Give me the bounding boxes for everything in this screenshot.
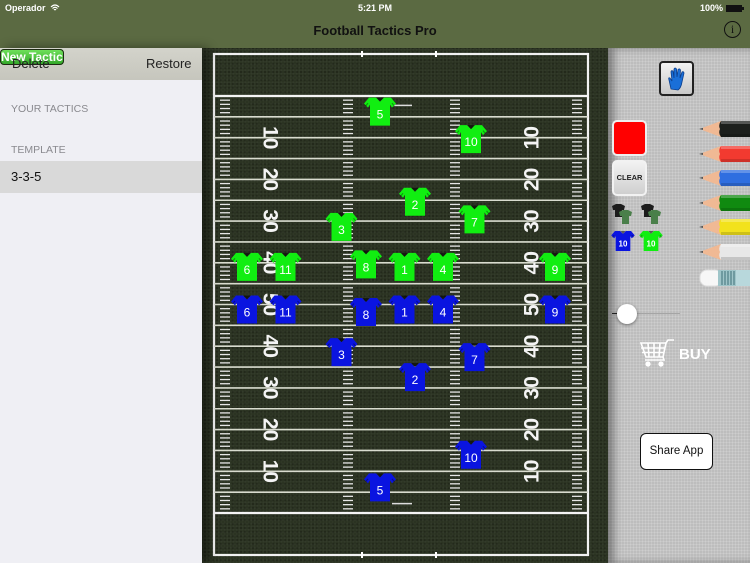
battery-icon	[726, 4, 744, 12]
player-green-5[interactable]: 5	[364, 97, 396, 126]
yard-number-left: 20	[259, 168, 282, 191]
yard-number-right: 40	[521, 251, 544, 274]
yard-number-right: 20	[521, 418, 544, 441]
yard-number-left: 30	[259, 376, 282, 399]
yard-number-right: 10	[521, 460, 544, 483]
hand-tool-button[interactable]	[659, 61, 694, 96]
sidebar-toolbar: Delete New Tactic Restore	[0, 48, 202, 80]
tactics-sidebar: Delete New Tactic Restore YOUR TACTICS T…	[0, 48, 202, 563]
battery-status: 100%	[700, 3, 744, 13]
share-app-button[interactable]: Share App	[640, 433, 713, 470]
player-number: 8	[363, 308, 370, 322]
status-bar: Operador 5:21 PM 100%	[0, 0, 750, 16]
player-number: 4	[440, 263, 447, 277]
player-number: 10	[464, 451, 478, 465]
list-item-label: 3-3-5	[11, 169, 42, 184]
green-jersey-tool-icon[interactable]: 10	[639, 230, 663, 252]
player-number: 5	[377, 483, 384, 497]
nav-bar: Football Tactics Pro i	[0, 16, 750, 48]
shirt-black-green-icon[interactable]	[610, 203, 634, 225]
yard-number-right: 30	[521, 209, 544, 232]
yard-number-left: 30	[259, 209, 282, 232]
yard-number-right: 10	[521, 126, 544, 149]
player-number: 6	[244, 263, 251, 277]
yard-number-right: 50	[521, 293, 544, 316]
list-item-template[interactable]: 3-3-5	[0, 161, 202, 193]
player-number: 2	[412, 198, 419, 212]
eraser-icon[interactable]	[698, 267, 750, 289]
player-number: 2	[412, 373, 419, 387]
shirt-black-green-icon[interactable]	[639, 203, 663, 225]
player-green-2[interactable]: 2	[399, 187, 431, 216]
selected-color-swatch[interactable]	[612, 120, 647, 156]
yard-number-right: 20	[521, 168, 544, 191]
player-blue-5[interactable]: 5	[364, 473, 396, 502]
blue-jersey-tool-icon[interactable]: 10	[611, 230, 635, 252]
delete-button[interactable]: Delete	[12, 56, 50, 71]
yard-number-right: 40	[521, 335, 544, 358]
player-number: 4	[440, 306, 447, 320]
pencil-blue[interactable]	[697, 168, 750, 188]
player-number: 6	[244, 306, 251, 320]
yard-number-left: 40	[259, 335, 282, 358]
player-number: 1	[401, 263, 408, 277]
football-field[interactable]: 1020304050403020101020304050403020105102…	[202, 48, 608, 563]
player-number: 8	[363, 260, 370, 274]
player-number: 10	[464, 135, 478, 149]
section-header-template: TEMPLATE	[11, 144, 66, 156]
player-green-7[interactable]: 7	[458, 205, 491, 234]
pencil-black[interactable]	[697, 119, 750, 139]
pencil-green[interactable]	[697, 193, 750, 213]
line-width-slider[interactable]	[612, 303, 680, 324]
player-number: 11	[279, 306, 292, 320]
yard-number-left: 10	[259, 460, 282, 483]
yard-number-left: 10	[259, 126, 282, 149]
player-number: 1	[401, 306, 408, 320]
player-blue-8[interactable]: 8	[350, 298, 382, 327]
player-number: 3	[338, 223, 345, 237]
player-green-8[interactable]: 8	[350, 250, 382, 279]
player-number: 7	[471, 353, 478, 367]
player-blue-9[interactable]: 9	[539, 295, 571, 324]
player-blue-2[interactable]: 2	[399, 363, 431, 392]
restore-button[interactable]: Restore	[146, 56, 192, 71]
player-number: 11	[279, 263, 292, 277]
player-blue-6[interactable]: 6	[231, 295, 263, 324]
player-green-3[interactable]: 3	[325, 212, 358, 241]
player-number: 7	[471, 215, 478, 229]
player-number: 3	[338, 348, 345, 362]
player-blue-3[interactable]: 3	[325, 338, 358, 367]
pencil-red[interactable]	[697, 144, 750, 164]
player-number: 9	[552, 306, 559, 320]
jersey-tool-number: 10	[619, 240, 628, 249]
player-blue-4[interactable]: 4	[427, 295, 459, 324]
player-green-9[interactable]: 9	[539, 252, 571, 281]
yard-number-right: 30	[521, 376, 544, 399]
player-number: 9	[552, 263, 559, 277]
clear-button[interactable]: CLEAR	[612, 160, 647, 196]
buy-button[interactable]: BUY	[640, 337, 716, 371]
shopping-cart-icon	[640, 339, 674, 367]
info-icon[interactable]: i	[724, 21, 741, 38]
player-green-6[interactable]: 6	[231, 252, 263, 281]
player-green-10[interactable]: 10	[455, 125, 487, 154]
slider-thumb[interactable]	[617, 304, 637, 324]
hand-icon	[667, 67, 684, 90]
clock: 5:21 PM	[357, 3, 392, 13]
player-blue-1[interactable]: 1	[388, 295, 421, 324]
jersey-tool-number: 10	[647, 240, 656, 249]
yard-number-left: 20	[259, 418, 282, 441]
player-number: 5	[377, 108, 384, 122]
pencil-white[interactable]	[697, 242, 750, 262]
app-title: Football Tactics Pro	[313, 23, 437, 38]
pencil-yellow[interactable]	[697, 217, 750, 237]
buy-label: BUY	[679, 345, 711, 363]
player-green-1[interactable]: 1	[388, 252, 421, 281]
section-header-your-tactics: YOUR TACTICS	[11, 103, 89, 115]
